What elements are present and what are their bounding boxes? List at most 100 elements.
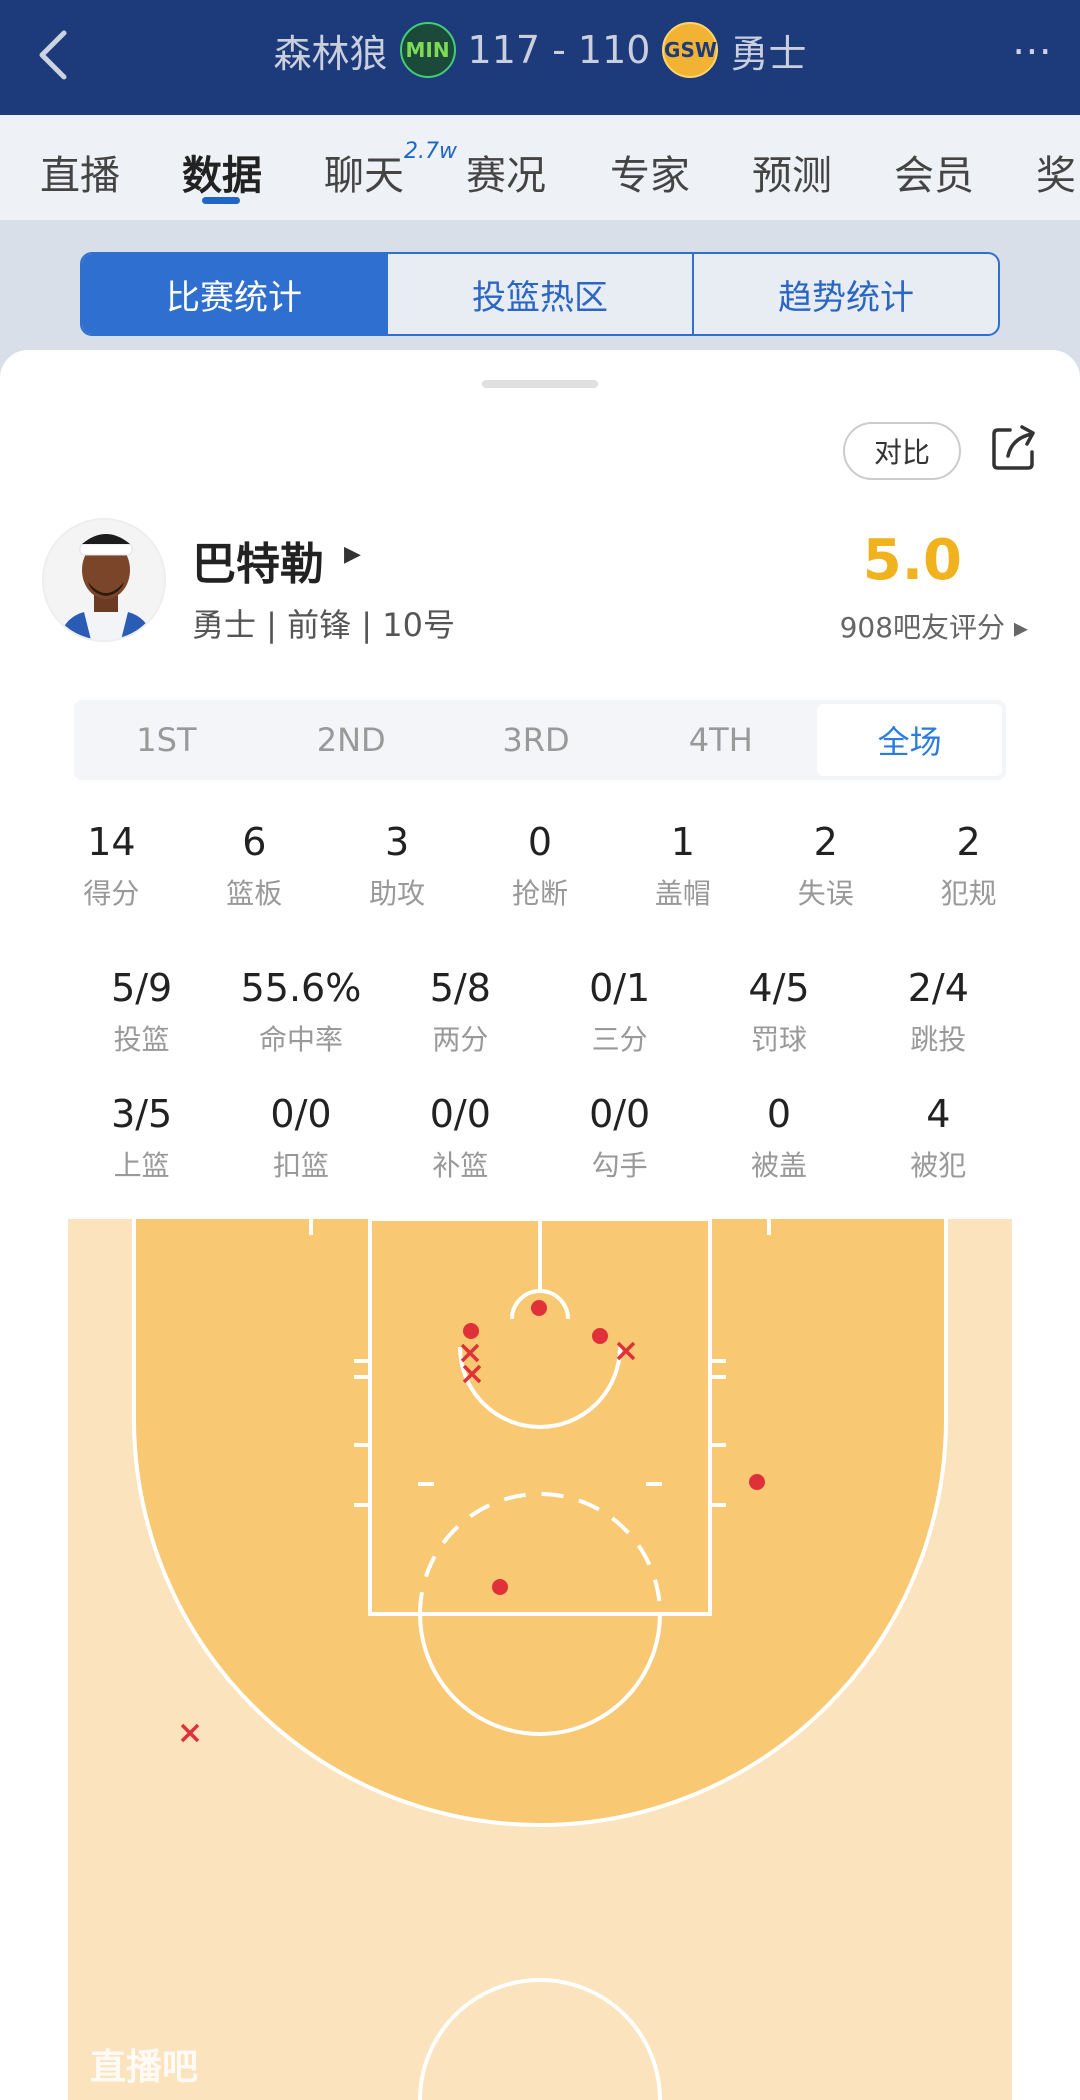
stat-blocks: 1 盖帽 [611, 820, 754, 912]
stat-points: 14 得分 [40, 820, 183, 912]
stat-value: 0 [766, 1092, 792, 1136]
stat-fg: 5/9 投篮 [62, 966, 221, 1058]
chat-count-badge: 2.7w [404, 139, 457, 164]
stat-jumpshot: 2/4 跳投 [859, 966, 1018, 1058]
player-name[interactable]: 巴特勒 [192, 528, 324, 592]
stat-hook: 0/0 勾手 [540, 1092, 699, 1184]
shooting-stats-row: 5/9 投篮 55.6% 命中率 5/8 两分 0/1 三分 4/5 罚球 2/4 跳投 [0, 966, 1080, 1058]
player-avatar[interactable] [42, 518, 166, 642]
tab-prize[interactable]: 奖 [1036, 143, 1076, 201]
stat-label: 助攻 [369, 877, 426, 910]
stat-label: 篮板 [226, 877, 283, 910]
segment-shot-zones[interactable]: 投篮热区 [386, 254, 692, 334]
quarter-tab-full-game[interactable]: 全场 [817, 704, 1002, 776]
player-detail-arrow-icon[interactable]: ▶ [344, 542, 361, 567]
stat-label: 两分 [432, 1023, 489, 1056]
stat-value: 5/8 [429, 966, 491, 1010]
player-photo-icon [44, 520, 164, 640]
sheet-drag-handle[interactable] [482, 380, 598, 388]
stat-value: 6 [242, 820, 267, 864]
nav-tabs: 直播 数据 聊天 2.7w 赛况 专家 预测 会员 奖 [0, 115, 1080, 220]
min-team-logo-icon: MIN [399, 22, 456, 78]
stat-label: 被盖 [750, 1149, 807, 1182]
missed-shot-cross [462, 1364, 482, 1384]
stat-two-pt: 5/8 两分 [381, 966, 540, 1058]
tab-live[interactable]: 直播 [40, 143, 120, 201]
made-shot-dot [592, 1328, 608, 1344]
tab-chat[interactable]: 聊天 [324, 143, 404, 201]
zhibo8-watermark-logo: 直播吧 [90, 2047, 199, 2088]
stat-dunk: 0/0 扣篮 [221, 1092, 380, 1184]
stat-value: 0 [527, 820, 553, 864]
tab-member[interactable]: 会员 [894, 143, 974, 201]
stat-value: 4/5 [748, 966, 810, 1010]
made-shot-dot [749, 1474, 765, 1490]
compare-button[interactable]: 对比 [843, 422, 961, 480]
stat-value: 5/9 [111, 966, 173, 1010]
stat-label: 被犯 [910, 1149, 967, 1182]
fan-rating-link[interactable]: 908吧友评分 ▸ [840, 606, 1028, 646]
top-bar: 森林狼 MIN 117 - 110 GSW 勇士 ⋯ [0, 0, 1080, 115]
basic-stats-row: 14 得分 6 篮板 3 助攻 0 抢断 1 盖帽 2 失误 2 犯规 [0, 820, 1080, 912]
active-tab-indicator [202, 197, 240, 204]
quarter-tab-2nd[interactable]: 2ND [259, 700, 444, 780]
gsw-team-logo-icon: GSW [662, 22, 719, 78]
segment-trend-stats[interactable]: 趋势统计 [692, 254, 998, 334]
player-stats-sheet: 对比 巴特勒 ▶ 勇士 | 前锋 | 10号 5.0 908吧友评分 ▸ 1ST… [0, 350, 1080, 2100]
game-score: 117 - 110 [467, 28, 651, 72]
stat-value: 2 [956, 820, 981, 864]
away-team-name: 勇士 [730, 31, 807, 76]
stat-label: 罚球 [750, 1023, 807, 1056]
stat-value: 1 [670, 820, 695, 864]
stat-putback: 0/0 补篮 [381, 1092, 540, 1184]
quarter-tab-3rd[interactable]: 3RD [444, 700, 629, 780]
stat-value: 55.6% [240, 966, 362, 1010]
home-team-name: 森林狼 [273, 31, 388, 76]
stat-label: 犯规 [940, 877, 997, 910]
stat-three-pt: 0/1 三分 [540, 966, 699, 1058]
tab-experts[interactable]: 专家 [610, 143, 690, 201]
tab-data[interactable]: 数据 [182, 143, 262, 201]
stat-value: 3 [385, 820, 410, 864]
stat-value: 0/0 [270, 1092, 332, 1136]
stat-fg-pct: 55.6% 命中率 [221, 966, 380, 1058]
stat-label: 盖帽 [654, 877, 711, 910]
quarter-tab-4th[interactable]: 4TH [628, 700, 813, 780]
quarter-tabs: 1ST 2ND 3RD 4TH 全场 [74, 700, 1006, 780]
stat-label: 得分 [83, 877, 140, 910]
stat-free-throw: 4/5 罚球 [699, 966, 858, 1058]
quarter-tab-1st[interactable]: 1ST [74, 700, 259, 780]
stat-fouls: 2 犯规 [897, 820, 1040, 912]
stat-turnovers: 2 失误 [754, 820, 897, 912]
segment-game-stats[interactable]: 比赛统计 [82, 254, 386, 334]
stat-blocked: 0 被盖 [699, 1092, 858, 1184]
made-shot-dot [463, 1323, 479, 1339]
stat-value: 2 [813, 820, 838, 864]
scoreboard: 森林狼 MIN 117 - 110 GSW 勇士 [0, 20, 1080, 80]
shot-chart-court: 直播吧 [68, 1219, 1012, 2100]
missed-shot-cross [180, 1723, 200, 1743]
stat-layup: 3/5 上篮 [62, 1092, 221, 1184]
tab-game-status[interactable]: 赛况 [466, 143, 546, 201]
stat-label: 上篮 [113, 1149, 170, 1182]
stat-label: 跳投 [910, 1023, 967, 1056]
stat-label: 勾手 [591, 1149, 648, 1182]
missed-shot-cross [616, 1341, 636, 1361]
stat-assists: 3 助攻 [326, 820, 469, 912]
stat-value: 4 [926, 1092, 951, 1136]
more-options-icon[interactable]: ⋯ [1012, 28, 1056, 74]
stat-label: 失误 [797, 877, 854, 910]
stats-segment-control: 比赛统计 投篮热区 趋势统计 [80, 252, 1000, 336]
tab-predict[interactable]: 预测 [752, 143, 832, 201]
stat-value: 0/0 [589, 1092, 651, 1136]
stat-label: 抢断 [512, 877, 569, 910]
share-icon[interactable] [988, 422, 1040, 474]
stat-value: 2/4 [907, 966, 969, 1010]
shot-type-stats-row: 3/5 上篮 0/0 扣篮 0/0 补篮 0/0 勾手 0 被盖 4 被犯 [0, 1092, 1080, 1184]
made-shot-dot [492, 1579, 508, 1595]
stat-value: 0/1 [589, 966, 651, 1010]
stat-rebounds: 6 篮板 [183, 820, 326, 912]
stat-label: 三分 [591, 1023, 648, 1056]
player-team-position: 勇士 | 前锋 | 10号 [192, 606, 455, 644]
shot-markers-layer [180, 1300, 765, 1743]
